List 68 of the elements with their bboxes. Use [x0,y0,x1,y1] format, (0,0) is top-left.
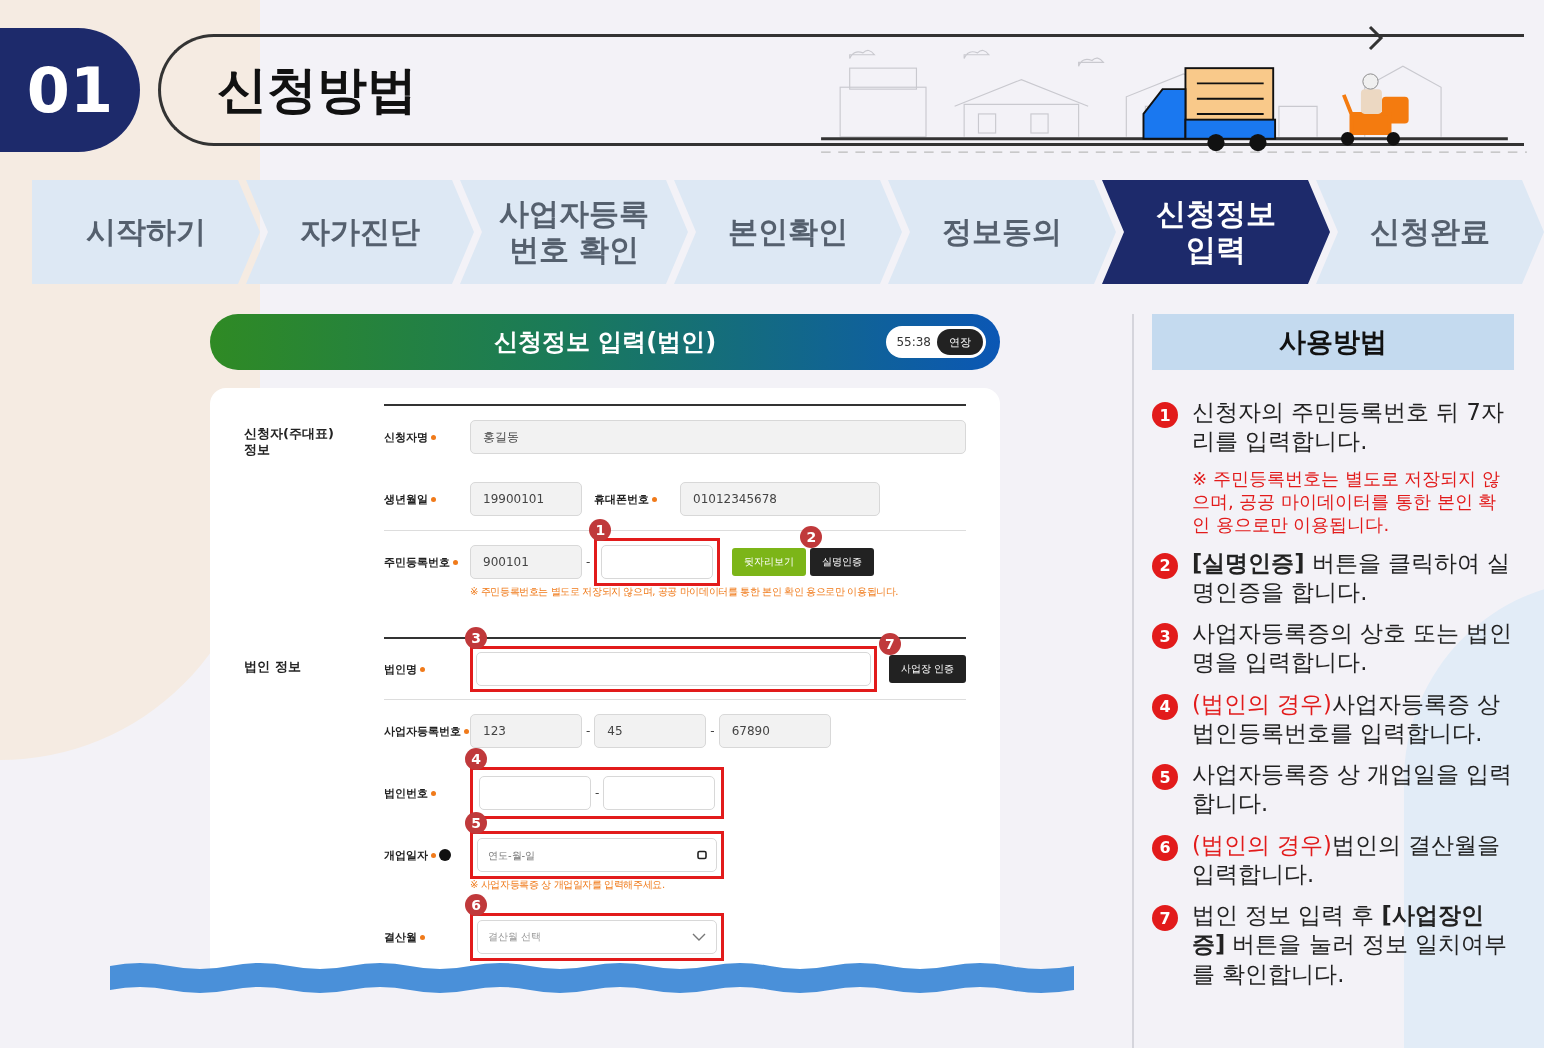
step-badge: 5 [465,812,487,834]
step-badge: 3 [465,627,487,649]
guide-note: ※ 주민등록번호는 별도로 저장되지 않으며, 공공 마이데이터를 통한 본인 확인 용으로만 이용됩니다. [1192,466,1501,537]
timer-text: 55:38 [896,335,931,349]
step-number: 6 [1152,834,1178,861]
step-number: 3 [1152,623,1178,650]
step-tab[interactable]: 신청완료 [1316,180,1544,284]
guide-text: 사업자등록증의 상호 또는 법인명을 입력합니다. [1192,619,1514,678]
step-number: 5 [1152,764,1178,791]
separator-text: - [586,724,591,738]
guide-text: 사업자등록증 상 개업일을 입력합니다. [1192,760,1514,819]
note-text: ※ 사업자등록증 상 개업일자를 입력해주세요. [470,878,666,892]
guide-text: (법인의 경우)법인의 결산월을 입력합니다. [1192,830,1501,889]
form-title: 신청정보 입력(법인) [493,327,717,358]
section-title: 법인 정보 [244,658,302,676]
guide-title: 사용방법 [1152,314,1514,370]
input-field[interactable]: 123 [470,714,582,748]
input-field[interactable]: 홍길동 [470,420,966,454]
step-badge: 1 [589,519,612,541]
separator-text: - [586,555,591,569]
input-field[interactable] [479,776,591,810]
page-title: 신청방법 [217,59,417,121]
step-number: 7 [1152,905,1178,932]
verify-button[interactable]: 사업장 인증 [888,655,966,683]
step-badge: 6 [465,894,487,916]
step-number: 2 [1152,552,1178,579]
field-label: 신청자명 [384,429,470,445]
separator-text: - [595,786,600,800]
note-text: ※ 주민등록번호는 별도로 저장되지 않으며, 공공 마이데이터를 통한 본인 확인 용으로만 이용됩니다. [470,585,899,599]
chevron-down-icon [692,933,706,941]
field-label: 주민등록번호 [384,554,470,570]
step-number: 1 [1152,402,1178,428]
date-field[interactable]: 연도-월-일 [477,838,717,872]
step-tab[interactable]: 신청정보 입력 [1102,180,1330,284]
step-tab[interactable]: 정보동의 [888,180,1116,284]
section-title: 신청자(주대표) 정보 [244,425,334,459]
guide-text: 신청자의 주민등록번호 뒤 7자리를 입력합니다. [1192,398,1505,457]
calendar-icon [697,850,707,860]
step-tab[interactable]: 본인확인 [674,180,902,284]
input-field[interactable] [476,652,871,686]
field-label: 법인명 [384,661,470,677]
step-number: 4 [1152,693,1178,720]
input-field[interactable]: 01012345678 [680,482,880,516]
guide-text: (법인의 경우)사업자등록증 상 법인등록번호를 입력합니다. [1192,689,1501,748]
step-tab[interactable]: 자가진단 [246,180,474,284]
input-field[interactable] [603,776,716,810]
field-label: 생년월일 [384,491,470,507]
step-tab[interactable]: 사업자등록 번호 확인 [460,180,688,284]
field-label: 개업일자 [384,847,470,863]
guide-text: 법인 정보 입력 후 [사업장인증] 버튼을 눌러 정보 일치여부를 확인합니다. [1192,901,1508,989]
section-number: 01 [0,28,140,152]
input-field[interactable]: 19900101 [470,482,582,516]
step-tab[interactable]: 시작하기 [32,180,260,284]
input-field[interactable]: 900101 [470,545,582,579]
input-field[interactable]: 45 [594,714,707,748]
verify-button[interactable]: 실명인증 [810,548,875,576]
field-label: 사업자등록번호 [384,723,470,739]
step-badge: 4 [465,748,487,770]
extend-button[interactable]: 연장 [937,329,983,355]
step-badge: 2 [800,526,823,548]
field-label: 결산월 [384,929,470,945]
field-label: 휴대폰번호 [594,491,680,507]
step-badge: 7 [878,633,901,655]
guide-text: [실명인증] 버튼을 클릭하여 실명인증을 합니다. [1192,548,1512,607]
field-label: 법인번호 [384,785,470,801]
separator-text: - [710,724,715,738]
input-field[interactable] [601,545,714,579]
input-field[interactable]: 67890 [718,714,831,748]
